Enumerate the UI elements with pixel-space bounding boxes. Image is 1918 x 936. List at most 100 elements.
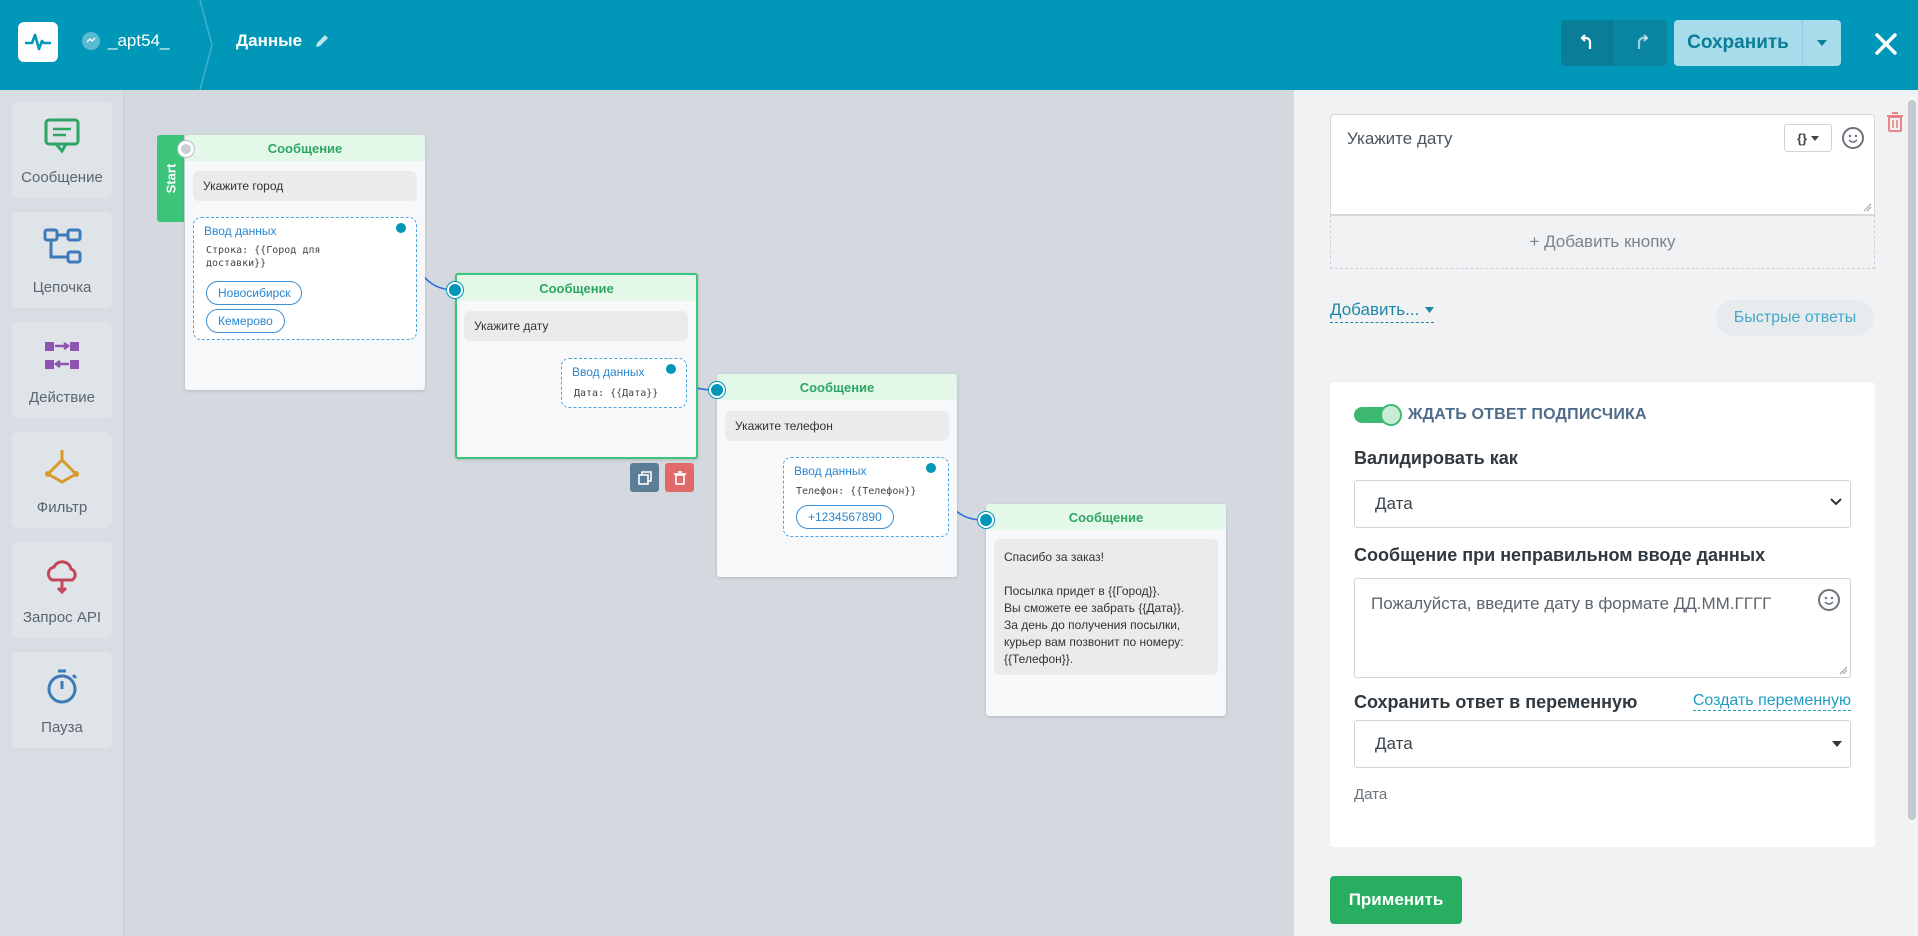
invalid-input-label: Сообщение при неправильном вводе данных (1354, 545, 1766, 565)
quick-reply-chip[interactable]: +1234567890 (796, 505, 894, 529)
emoji-icon[interactable] (1842, 127, 1864, 149)
chain-icon (43, 228, 82, 264)
resize-handle-icon[interactable] (1838, 665, 1848, 675)
caret-down-icon (1817, 40, 1827, 46)
close-button[interactable] (1866, 24, 1906, 64)
page-title-text: Данные (236, 31, 303, 50)
redo-button[interactable] (1614, 20, 1667, 66)
save-button[interactable]: Сохранить (1674, 20, 1802, 66)
duplicate-button[interactable] (630, 463, 659, 492)
save-var-hint: Дата (1354, 786, 1388, 803)
palette-filter[interactable]: Фильтр (12, 432, 112, 528)
message-bubble: Укажите дату (464, 311, 688, 341)
message-bubble: Спасибо за заказ! Посылка придет в {{Гор… (994, 539, 1218, 675)
save-var-select[interactable]: Дата (1354, 720, 1851, 768)
toggle-knob (1380, 404, 1402, 426)
redo-icon (1637, 34, 1649, 49)
message-icon (44, 118, 80, 154)
palette-action[interactable]: Действие (12, 322, 112, 418)
message-text: Укажите дату (1347, 129, 1453, 148)
node-title: Сообщение (185, 135, 425, 161)
account-switcher[interactable]: _apt54_ (82, 31, 169, 51)
user-input-block[interactable]: Ввод данных Дата: {{Дата}} (561, 358, 687, 408)
node-settings-panel: Укажите дату {} + Добавить кнопку Добави… (1293, 90, 1918, 936)
output-port[interactable] (394, 221, 408, 235)
validate-value: Дата (1375, 494, 1413, 513)
palette-label: Пауза (41, 719, 83, 736)
block-palette: Сообщение Цепочка Действие Фильтр Запрос… (0, 90, 124, 936)
validate-select[interactable]: Дата (1354, 480, 1851, 528)
caret-down-icon (1425, 307, 1435, 313)
input-variable: Дата: {{Дата}} (574, 388, 659, 399)
save-var-label: Сохранить ответ в переменную (1354, 692, 1638, 712)
save-button-group: Сохранить (1674, 20, 1841, 66)
input-variable: Строка: {{Город для доставки}} (206, 245, 321, 269)
palette-message[interactable]: Сообщение (12, 102, 112, 198)
add-button-link[interactable]: + Добавить кнопку (1330, 215, 1875, 269)
pencil-icon[interactable] (314, 33, 330, 49)
add-dropdown[interactable]: Добавить... (1330, 300, 1435, 323)
resize-handle-icon[interactable] (1862, 202, 1872, 212)
close-icon (1875, 33, 1897, 55)
create-variable-link[interactable]: Создать переменную (1692, 692, 1851, 711)
palette-label: Сообщение (21, 169, 103, 186)
save-var-value: Дата (1375, 734, 1413, 753)
undo-icon (1579, 34, 1591, 49)
delete-node-button[interactable] (665, 463, 694, 492)
insert-variable-button[interactable]: {} (1784, 124, 1832, 152)
apply-button[interactable]: Применить (1330, 876, 1462, 924)
trash-icon (673, 470, 686, 485)
quick-replies-button[interactable]: Быстрые ответы (1716, 300, 1874, 336)
output-port[interactable] (924, 461, 938, 475)
message-node[interactable]: Сообщение Спасибо за заказ! Посылка прид… (986, 504, 1226, 716)
account-name: _apt54_ (108, 31, 170, 50)
palette-pause[interactable]: Пауза (12, 652, 112, 748)
node-title: Сообщение (986, 504, 1226, 530)
input-title: Ввод данных (572, 365, 645, 379)
validate-label: Валидировать как (1354, 448, 1518, 468)
start-port[interactable] (178, 141, 194, 157)
node-title: Сообщение (457, 275, 696, 301)
wait-reply-toggle[interactable] (1354, 404, 1402, 426)
invalid-input-textarea[interactable]: Пожалуйста, введите дату в формате ДД.ММ… (1354, 578, 1851, 678)
save-options-dropdown[interactable] (1802, 20, 1841, 66)
input-title: Ввод данных (794, 464, 867, 478)
breadcrumb-separator (199, 0, 213, 90)
add-dropdown-label: Добавить... (1330, 300, 1420, 319)
flow-canvas[interactable]: Start Сообщение Укажите город Ввод данны… (125, 90, 1293, 936)
page-title: Данные (236, 31, 330, 51)
palette-chain[interactable]: Цепочка (12, 212, 112, 308)
delete-block-button[interactable] (1886, 112, 1904, 137)
caret-down-icon (1832, 741, 1842, 747)
user-input-block[interactable]: Ввод данных Строка: {{Город для доставки… (193, 217, 417, 340)
palette-api-request[interactable]: Запрос API (12, 542, 112, 638)
message-textarea[interactable]: Укажите дату {} (1330, 114, 1875, 215)
history-controls (1561, 20, 1667, 66)
api-cloud-icon (46, 560, 77, 595)
panel-scrollbar[interactable] (1908, 100, 1916, 820)
message-bubble: Укажите телефон (725, 411, 949, 441)
message-node-selected[interactable]: Сообщение Укажите дату Ввод данных Дата:… (455, 273, 698, 459)
quick-reply-chip[interactable]: Кемерово (206, 309, 285, 333)
filter-icon (45, 450, 79, 484)
message-node[interactable]: Сообщение Укажите телефон Ввод данных Те… (717, 374, 957, 577)
undo-button[interactable] (1561, 20, 1614, 66)
quick-reply-chip[interactable]: Новосибирск (206, 281, 303, 305)
emoji-icon[interactable] (1818, 589, 1840, 611)
input-port[interactable] (978, 512, 994, 528)
top-bar: _apt54_ Данные Сохранить (0, 0, 1918, 90)
input-title: Ввод данных (204, 224, 277, 238)
user-input-block[interactable]: Ввод данных Телефон: {{Телефон}} +123456… (783, 457, 949, 537)
input-port[interactable] (447, 282, 463, 298)
output-port[interactable] (664, 362, 678, 376)
copy-icon (637, 470, 652, 485)
node-title: Сообщение (717, 374, 957, 400)
message-node[interactable]: Сообщение Укажите город Ввод данных Стро… (185, 135, 425, 390)
input-variable: Телефон: {{Телефон}} (796, 486, 917, 497)
input-port[interactable] (709, 382, 725, 398)
palette-label: Действие (29, 389, 95, 406)
app-logo[interactable] (18, 22, 58, 62)
chevron-down-icon (1830, 498, 1842, 506)
timer-icon (47, 669, 78, 704)
message-bubble: Укажите город (193, 171, 417, 201)
